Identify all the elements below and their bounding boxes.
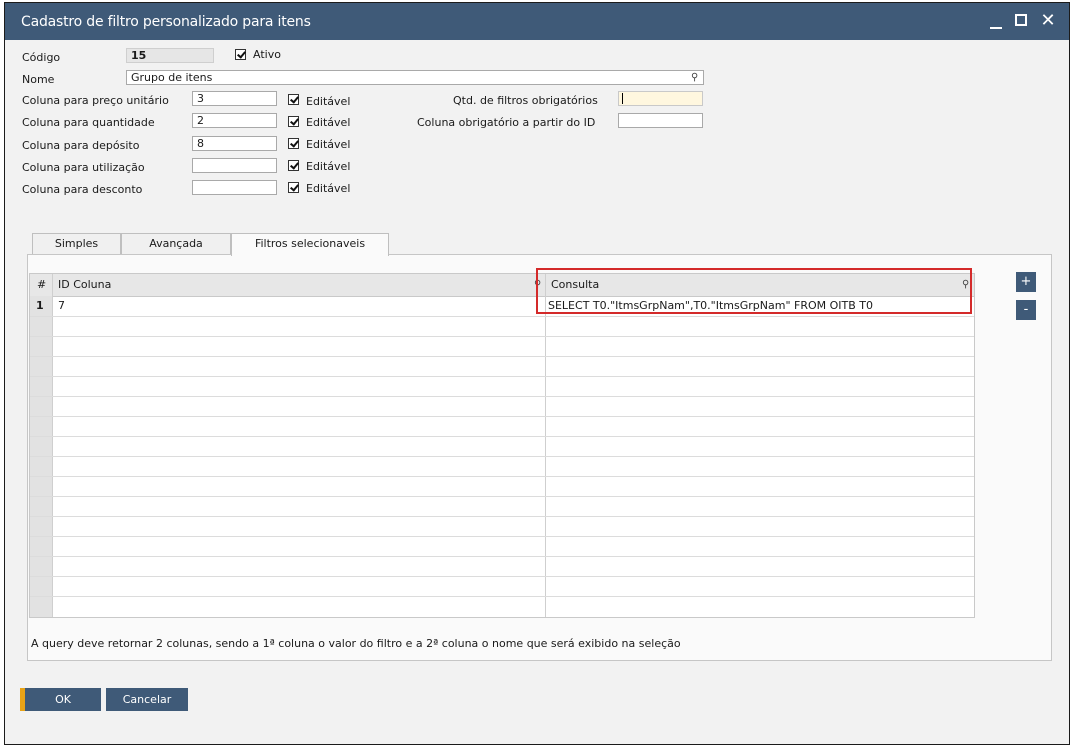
grid-row-line	[30, 336, 974, 337]
cancel-button[interactable]: Cancelar	[106, 688, 188, 711]
tab-simples[interactable]: Simples	[32, 233, 121, 255]
preco-unitario-editavel-checkbox[interactable]	[288, 94, 299, 105]
desconto-editavel-checkbox[interactable]	[288, 182, 299, 193]
filters-grid: # ID Coluna ⚲ Consulta ⚲ 1 7 SELECT T0."…	[29, 273, 975, 618]
preco-unitario-label: Coluna para preço unitário	[22, 94, 169, 107]
grid-divider	[52, 274, 53, 617]
minimize-icon	[990, 27, 1002, 29]
deposito-field[interactable]: 8	[192, 136, 277, 151]
deposito-editavel-label: Editável	[306, 138, 351, 151]
grid-row-line	[30, 516, 974, 517]
grid-row-line	[30, 496, 974, 497]
quantidade-label: Coluna para quantidade	[22, 116, 155, 129]
nome-field[interactable]: Grupo de itens ⚲	[126, 70, 704, 85]
quantidade-field[interactable]: 2	[192, 113, 277, 128]
consulta-link-icon: ⚲	[962, 279, 970, 290]
grid-row-line	[30, 556, 974, 557]
grid-row-line	[30, 576, 974, 577]
grid-row-line	[30, 356, 974, 357]
grid-row-line	[30, 476, 974, 477]
row-number-column	[30, 296, 52, 617]
maximize-button[interactable]	[1011, 8, 1033, 34]
deposito-label: Coluna para depósito	[22, 139, 140, 152]
desconto-label: Coluna para desconto	[22, 183, 143, 196]
query-note: A query deve retornar 2 colunas, sendo a…	[31, 637, 681, 650]
coluna-obrigatorio-label: Coluna obrigatório a partir do ID	[417, 116, 596, 129]
close-button[interactable]: ✕	[1037, 8, 1059, 34]
preco-unitario-field[interactable]: 3	[192, 91, 277, 106]
remove-row-button[interactable]: -	[1016, 300, 1036, 320]
text-cursor	[622, 93, 623, 104]
link-arrow-icon[interactable]: ⚲	[691, 72, 699, 83]
title-bar[interactable]: Cadastro de filtro personalizado para it…	[5, 3, 1069, 40]
utilizacao-label: Coluna para utilização	[22, 161, 145, 174]
id-coluna-link-icon: ⚲	[534, 279, 542, 290]
consulta-cell[interactable]: SELECT T0."ItmsGrpNam",T0."ItmsGrpNam" F…	[545, 296, 965, 316]
preco-unitario-editavel-label: Editável	[306, 95, 351, 108]
qtd-filtros-label: Qtd. de filtros obrigatórios	[453, 94, 598, 107]
grid-row-line	[30, 456, 974, 457]
grid-header: # ID Coluna ⚲ Consulta ⚲	[30, 274, 974, 297]
grid-row-line	[30, 536, 974, 537]
grid-row-line	[30, 416, 974, 417]
codigo-field[interactable]: 15	[126, 48, 214, 63]
utilizacao-editavel-checkbox[interactable]	[288, 160, 299, 171]
id-coluna-cell[interactable]: 7	[53, 296, 543, 316]
utilizacao-editavel-label: Editável	[306, 160, 351, 173]
ativo-label: Ativo	[253, 48, 281, 61]
window-title: Cadastro de filtro personalizado para it…	[21, 14, 311, 30]
quantidade-editavel-label: Editável	[306, 116, 351, 129]
grid-row-line	[30, 596, 974, 597]
desconto-editavel-label: Editável	[306, 182, 351, 195]
row-number: 1	[36, 299, 44, 312]
grid-divider	[545, 274, 546, 617]
codigo-label: Código	[22, 51, 61, 64]
tab-filtros-selecionaveis[interactable]: Filtros selecionaveis	[231, 233, 389, 256]
quantidade-editavel-checkbox[interactable]	[288, 116, 299, 127]
nome-value: Grupo de itens	[131, 71, 213, 84]
grid-row-line	[30, 316, 974, 317]
minimize-button[interactable]	[985, 8, 1007, 34]
header-id-coluna[interactable]: ID Coluna	[53, 275, 543, 295]
grid-row-line	[30, 436, 974, 437]
ok-button[interactable]: OK	[25, 688, 101, 711]
maximize-icon	[1015, 14, 1027, 26]
grid-row-line	[30, 376, 974, 377]
tab-avancada[interactable]: Avançada	[121, 233, 231, 255]
desconto-field[interactable]	[192, 180, 277, 195]
close-icon: ✕	[1040, 10, 1056, 31]
add-row-button[interactable]: +	[1016, 272, 1036, 292]
nome-label: Nome	[22, 73, 55, 86]
coluna-obrigatorio-field[interactable]	[618, 113, 703, 128]
deposito-editavel-checkbox[interactable]	[288, 138, 299, 149]
header-consulta[interactable]: Consulta	[546, 275, 966, 295]
grid-row-line	[30, 396, 974, 397]
qtd-filtros-field[interactable]	[618, 91, 703, 106]
utilizacao-field[interactable]	[192, 158, 277, 173]
ativo-checkbox[interactable]	[235, 49, 246, 60]
header-row-number: #	[37, 278, 47, 291]
